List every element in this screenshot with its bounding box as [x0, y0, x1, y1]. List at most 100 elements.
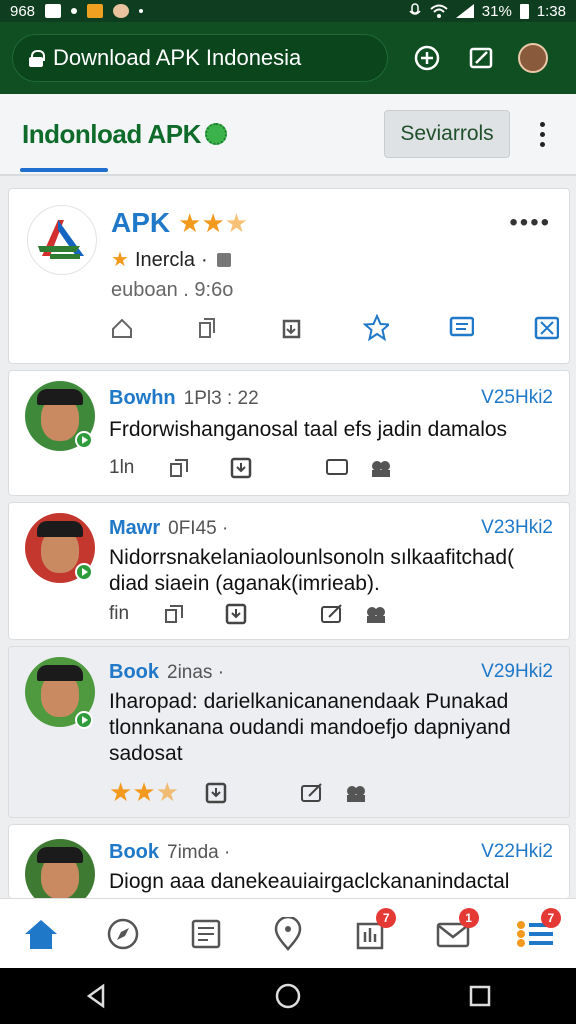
- post-card[interactable]: Book 7imda · V22Hki2 Diogn aaa danekeaui…: [8, 824, 570, 898]
- add-circle-icon: [414, 45, 440, 71]
- nav-stats[interactable]: 7: [350, 907, 397, 954]
- active-tab-indicator: [20, 168, 108, 172]
- app-header: Indonload APK Seviarrols: [0, 94, 576, 176]
- back-icon[interactable]: [83, 983, 109, 1009]
- share-icon[interactable]: [194, 315, 220, 341]
- battery-icon: [519, 3, 529, 19]
- nav-menu[interactable]: 7: [515, 907, 561, 954]
- post-count: 1ln: [109, 457, 135, 478]
- document-list-icon: [191, 919, 220, 948]
- nav-messages[interactable]: 1: [433, 907, 479, 954]
- group-icon[interactable]: [343, 780, 369, 806]
- featured-meta: euboan . 9:6o: [111, 279, 234, 301]
- status-left-text: 968: [10, 2, 36, 20]
- more-options-icon[interactable]: [530, 121, 554, 147]
- more-dot-icon: [139, 9, 144, 13]
- post-author[interactable]: Bowhn: [109, 387, 176, 410]
- download-icon[interactable]: [223, 601, 249, 627]
- nav-location[interactable]: [268, 914, 308, 954]
- post-time: 1Pl3 : 22: [183, 388, 259, 409]
- post-card[interactable]: Bowhn 1Pl3 : 22 V25Hki2 Frdorwishanganos…: [8, 370, 570, 496]
- wifi-icon: [430, 4, 448, 18]
- new-tab-button[interactable]: [412, 43, 442, 73]
- edit-box-icon: [469, 47, 493, 69]
- post-text: Nidorrsnakelaniaolounlsonoln sılkaafitch…: [109, 546, 515, 595]
- star-full-icon: ★: [109, 777, 133, 807]
- bookmark-icon[interactable]: [533, 315, 559, 341]
- group-icon[interactable]: [363, 601, 389, 627]
- battery-percent: 31%: [481, 2, 512, 20]
- star-half-icon: ★: [224, 207, 249, 238]
- browser-toolbar: Download APK Indonesia: [0, 22, 576, 94]
- featured-category: Inercla: [134, 248, 195, 271]
- app-title-text: Indonload APK: [22, 118, 201, 149]
- tabs-button[interactable]: [466, 43, 496, 73]
- url-bar[interactable]: Download APK Indonesia: [12, 34, 388, 82]
- signal-icon: [455, 4, 474, 18]
- featured-title: APK: [111, 207, 171, 238]
- profile-avatar[interactable]: [518, 43, 548, 73]
- post-card[interactable]: Book 2inas · V29Hki2 Iharopad: darielkan…: [8, 646, 570, 818]
- avatar-notification-icon: [113, 4, 130, 18]
- download-icon[interactable]: [228, 455, 254, 481]
- nav-explore[interactable]: [103, 914, 143, 954]
- home-circle-icon[interactable]: [274, 982, 302, 1010]
- post-tag[interactable]: V22Hki2: [481, 841, 553, 863]
- online-indicator-icon: [75, 431, 93, 449]
- star-half-icon: ★: [155, 777, 179, 807]
- star-full-icon: ★: [201, 207, 225, 238]
- clock: 1:38: [536, 2, 566, 20]
- system-navigation-bar: [0, 968, 576, 1024]
- app-notification-icon: [87, 4, 104, 18]
- post-tag[interactable]: V25Hki2: [481, 387, 553, 409]
- app-title[interactable]: Indonload APK: [22, 119, 227, 150]
- home-icon: [25, 919, 58, 949]
- post-rating: ★★★: [109, 779, 179, 806]
- featured-rating: ★★★: [178, 210, 248, 237]
- edit-icon[interactable]: [319, 601, 345, 627]
- featured-separator: ·: [200, 248, 208, 271]
- bottom-navigation: 7 1 7: [0, 898, 576, 968]
- post-time: 2inas ·: [167, 662, 225, 683]
- logo-badge-icon: [204, 123, 227, 145]
- card-more-icon[interactable]: ••••: [509, 209, 551, 237]
- group-icon[interactable]: [368, 455, 394, 481]
- category-star-icon: ★: [111, 249, 129, 271]
- post-author[interactable]: Book: [109, 841, 159, 864]
- recents-icon[interactable]: [467, 983, 493, 1009]
- home-outline-icon[interactable]: [109, 315, 135, 341]
- services-button[interactable]: Seviarrols: [384, 110, 510, 158]
- notification-dot-icon: [71, 8, 78, 14]
- notification-badge: 7: [540, 907, 561, 928]
- apk-logo-icon: [38, 220, 84, 259]
- comment-icon[interactable]: [448, 315, 475, 341]
- post-tag[interactable]: V23Hki2: [481, 517, 553, 539]
- message-icon[interactable]: [324, 455, 350, 481]
- nav-list[interactable]: [186, 914, 226, 954]
- online-indicator-icon: [75, 563, 93, 581]
- download-icon[interactable]: [279, 315, 305, 341]
- notification-badge: 7: [376, 907, 397, 928]
- notification-icon: [45, 4, 62, 18]
- location-pin-icon: [274, 916, 302, 951]
- nav-home[interactable]: [21, 914, 61, 954]
- share-icon[interactable]: [161, 601, 187, 627]
- post-time: 0FI45 ·: [168, 518, 229, 539]
- lock-icon: [29, 50, 45, 67]
- online-indicator-icon: [75, 711, 93, 729]
- star-full-icon: ★: [178, 207, 202, 238]
- avatar[interactable]: [25, 839, 95, 898]
- post-author[interactable]: Book: [109, 661, 159, 684]
- compass-icon: [108, 918, 139, 949]
- post-author[interactable]: Mawr: [109, 517, 160, 540]
- share-icon[interactable]: [166, 455, 192, 481]
- post-text: Frdorwishanganosal taal efs jadin damalo…: [109, 418, 508, 441]
- download-icon[interactable]: [203, 780, 229, 806]
- featured-app-card[interactable]: APK ★★★ •••• ★ Inercla · euboan . 9:6o: [8, 188, 570, 364]
- favorite-star-icon[interactable]: [363, 314, 390, 342]
- apk-logo: [27, 205, 97, 275]
- post-text: Iharopad: darielkanicananendaak Punakad …: [109, 690, 511, 765]
- post-card[interactable]: Mawr 0FI45 · V23Hki2 Nidorrsnakelaniaolo…: [8, 502, 570, 640]
- post-tag[interactable]: V29Hki2: [481, 661, 553, 683]
- edit-icon[interactable]: [299, 780, 325, 806]
